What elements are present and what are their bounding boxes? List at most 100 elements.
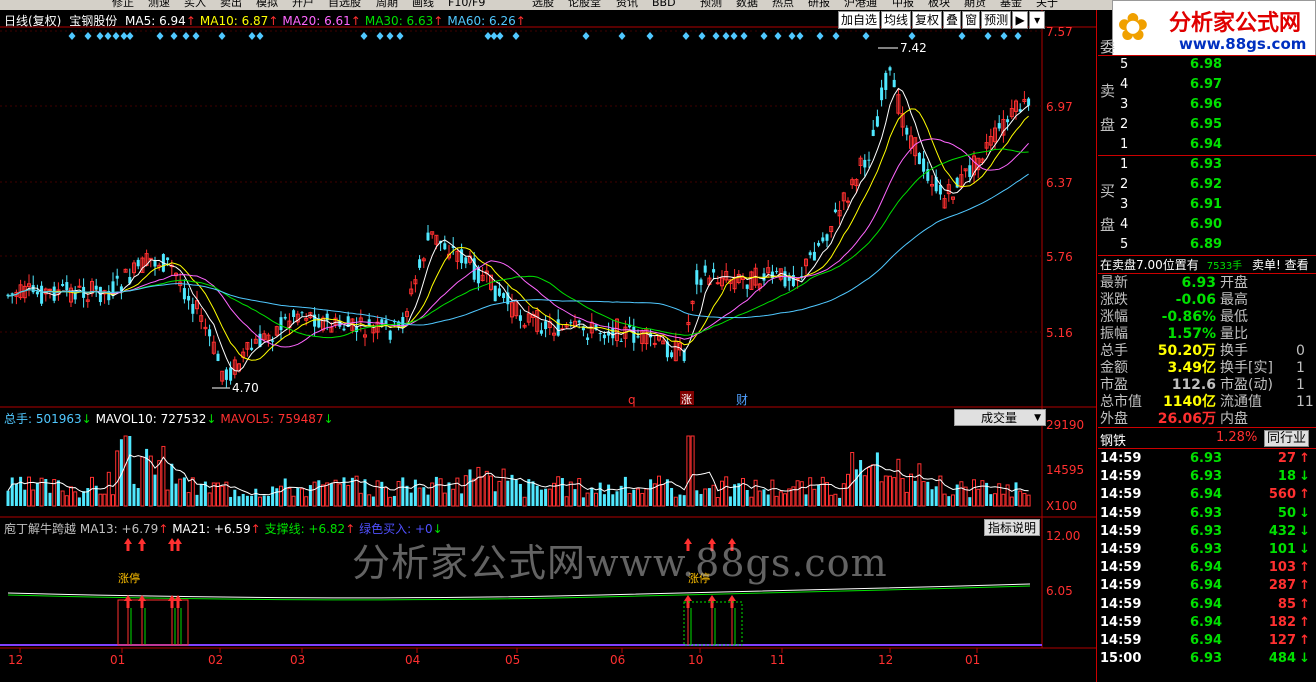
tick-volume: 484	[1268, 651, 1296, 667]
tick-price: 6.94	[1190, 614, 1223, 630]
tick-time: 14:59	[1100, 505, 1142, 521]
tick-time: 14:59	[1100, 633, 1142, 648]
time-tick: 01	[110, 653, 125, 667]
tick-volume: 127	[1268, 633, 1296, 648]
toolbar-item[interactable]: 基金	[1000, 0, 1022, 10]
toolbar-item[interactable]: 买入	[184, 0, 206, 10]
window-button[interactable]: 窗	[962, 11, 981, 29]
toolbar-item[interactable]: 卖出	[220, 0, 242, 10]
tick-row: 14:59 6.93 27 ↑	[1100, 450, 1316, 468]
same-industry-button[interactable]: 同行业	[1264, 430, 1310, 447]
tick-time: 14:59	[1100, 578, 1142, 594]
level-price: 6.94	[1190, 137, 1223, 152]
logo: ✿ 分析家公式网 www.88gs.com	[1112, 0, 1316, 56]
indicator-support: 支撑线: +6.82	[264, 522, 346, 536]
toolbar-item[interactable]: 预测	[700, 0, 722, 10]
quote-label: 换手[实]	[1220, 360, 1273, 376]
forecast-button[interactable]: 预测	[981, 11, 1012, 29]
tick-volume: 50	[1277, 505, 1296, 521]
time-tick: 06	[610, 653, 625, 667]
toolbar-item[interactable]: F10/F9	[448, 0, 485, 10]
orderbook-header: 委	[1100, 38, 1116, 56]
toolbar-item[interactable]: 修正	[112, 0, 134, 10]
chart-toolbar: 加自选 均线 复权 叠 窗 预测 ▶ ▾	[838, 11, 1046, 29]
sell-level-row[interactable]: 2 6.95	[1120, 117, 1222, 135]
toolbar-item[interactable]: 画线	[412, 0, 434, 10]
toolbar-item[interactable]: 模拟	[256, 0, 278, 10]
buy-level-row[interactable]: 2 6.92	[1120, 177, 1222, 195]
quote-label: 总手	[1100, 343, 1128, 359]
tick-price: 6.93	[1190, 451, 1223, 466]
quote-value: -0.86%	[1161, 309, 1216, 325]
volume-mavol5: MAVOL5: 759487	[220, 412, 324, 426]
add-watchlist-button[interactable]: 加自选	[838, 11, 881, 29]
quote-row: 金额 3.49亿 换手[实] 1	[1100, 360, 1316, 377]
level-number: 2	[1120, 117, 1129, 132]
overlay-button[interactable]: 叠	[943, 11, 962, 29]
order-notice[interactable]: 在卖盘7.00位置有 7533手 卖单! 查看	[1100, 256, 1309, 273]
buy-level-row[interactable]: 5 6.89	[1120, 237, 1223, 255]
indicator-help-button[interactable]: 指标说明	[984, 519, 1040, 536]
sell-level-row[interactable]: 4 6.97	[1120, 77, 1222, 95]
ma-button[interactable]: 均线	[881, 11, 912, 29]
chevron-down-icon[interactable]: ▾	[1029, 11, 1046, 29]
event-marker-q[interactable]: q	[628, 393, 636, 407]
toolbar-item[interactable]: 自选股	[328, 0, 361, 10]
ma-arrow: ↑	[268, 14, 279, 28]
indicator-name: 庖丁解牛跨越	[4, 522, 77, 536]
kline-header: 日线(复权) 宝钢股份 MA5: 6.94↑ MA10: 6.87↑ MA20: 6…	[4, 12, 534, 28]
toolbar-item[interactable]: 资讯	[616, 0, 638, 10]
moving-average-lines	[7, 87, 1029, 372]
toolbar-item[interactable]: 期货	[964, 0, 986, 10]
toolbar-item[interactable]: 沪港通	[844, 0, 877, 10]
quote-row: 涨跌 -0.06 最高	[1100, 292, 1316, 309]
toolbar-item[interactable]: 热点	[772, 0, 794, 10]
expand-icon[interactable]: ▶	[1012, 11, 1029, 29]
buy-label-1: 买	[1100, 182, 1116, 200]
level-price: 6.89	[1190, 237, 1223, 252]
buy-level-row[interactable]: 1 6.93	[1120, 157, 1222, 175]
indicator-ma13: MA13: +6.79	[79, 522, 159, 536]
toolbar-item[interactable]: 数据	[736, 0, 758, 10]
quote-row: 涨幅 -0.86% 最低	[1100, 309, 1316, 326]
toolbar-item[interactable]: 论股堂	[568, 0, 601, 10]
toolbar-item[interactable]: 开户	[292, 0, 314, 10]
indicator-ma21: MA21: +6.59	[172, 522, 251, 536]
level-price: 6.96	[1190, 97, 1223, 112]
tick-price: 6.94	[1190, 487, 1223, 503]
sell-level-row[interactable]: 3 6.96	[1120, 97, 1223, 115]
price-tick: 5.16	[1046, 326, 1073, 340]
toolbar-item[interactable]: 中报	[892, 0, 914, 10]
low-price-label: 4.70	[232, 381, 259, 395]
quote-value: 11	[1296, 394, 1314, 410]
adjust-button[interactable]: 复权	[912, 11, 943, 29]
quote-label: 量比	[1220, 326, 1248, 342]
arrow-up-icon: ↑	[1299, 578, 1310, 594]
level-number: 3	[1120, 97, 1129, 112]
toolbar-item[interactable]: 测速	[148, 0, 170, 10]
quote-value: 1	[1296, 360, 1305, 376]
event-marker-cai[interactable]: 财	[736, 393, 748, 407]
arrow-down-icon: ↓	[1299, 469, 1310, 485]
arrow-up-icon: ↑	[1299, 560, 1310, 576]
buy-level-row[interactable]: 3 6.91	[1120, 197, 1222, 215]
toolbar-item[interactable]: 选股	[532, 0, 554, 10]
level-number: 5	[1120, 57, 1129, 72]
toolbar-item[interactable]: 板块	[928, 0, 950, 10]
sell-level-row[interactable]: 5 6.98	[1120, 57, 1222, 75]
ma-legend-item: MA30: 6.63	[364, 14, 434, 28]
volume-bars	[6, 435, 1031, 507]
event-marker-zhang[interactable]: 涨	[681, 393, 692, 406]
sector-name[interactable]: 钢铁	[1100, 430, 1126, 449]
buy-level-row[interactable]: 4 6.90	[1120, 217, 1222, 235]
sell-level-row[interactable]: 1 6.94	[1120, 137, 1223, 155]
toolbar-item[interactable]: 研报	[808, 0, 830, 10]
quote-value: 112.6	[1171, 377, 1216, 393]
indicator-select-volume[interactable]: 成交量 ▼	[954, 409, 1046, 426]
toolbar-item[interactable]: 关于	[1036, 0, 1058, 10]
toolbar-item[interactable]: BBD	[652, 0, 676, 10]
toolbar-item[interactable]: 周期	[376, 0, 398, 10]
volume-total: 总手: 501963	[4, 412, 82, 426]
tick-volume: 432	[1268, 523, 1296, 539]
sell-label-2: 盘	[1100, 116, 1116, 134]
